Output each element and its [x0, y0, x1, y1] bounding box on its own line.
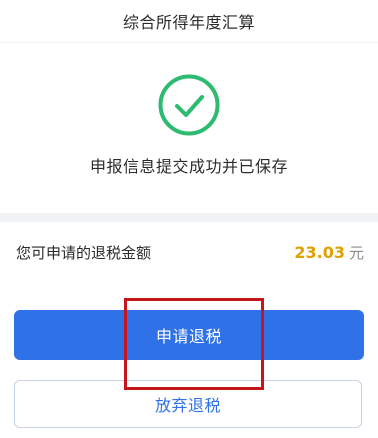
top-bar: 综合所得年度汇算	[0, 0, 378, 42]
abandon-refund-button[interactable]: 放弃退税	[14, 380, 362, 428]
refund-value: 23.03 元	[294, 242, 364, 263]
refund-result-page: 综合所得年度汇算 申报信息提交成功并已保存 您可申请的退税金额 23.03 元 …	[0, 0, 378, 438]
page-title: 综合所得年度汇算	[122, 13, 255, 32]
refund-label: 您可申请的退税金额	[16, 243, 152, 262]
success-message: 申报信息提交成功并已保存	[89, 157, 288, 176]
refund-unit: 元	[348, 243, 364, 262]
refund-amount: 23.03	[294, 242, 345, 262]
check-circle-icon	[158, 74, 220, 136]
success-card: 申报信息提交成功并已保存	[0, 43, 378, 213]
apply-refund-button[interactable]: 申请退税	[14, 310, 364, 360]
action-buttons: 申请退税 放弃退税	[0, 282, 378, 438]
refund-amount-row: 您可申请的退税金额 23.03 元	[0, 222, 378, 282]
